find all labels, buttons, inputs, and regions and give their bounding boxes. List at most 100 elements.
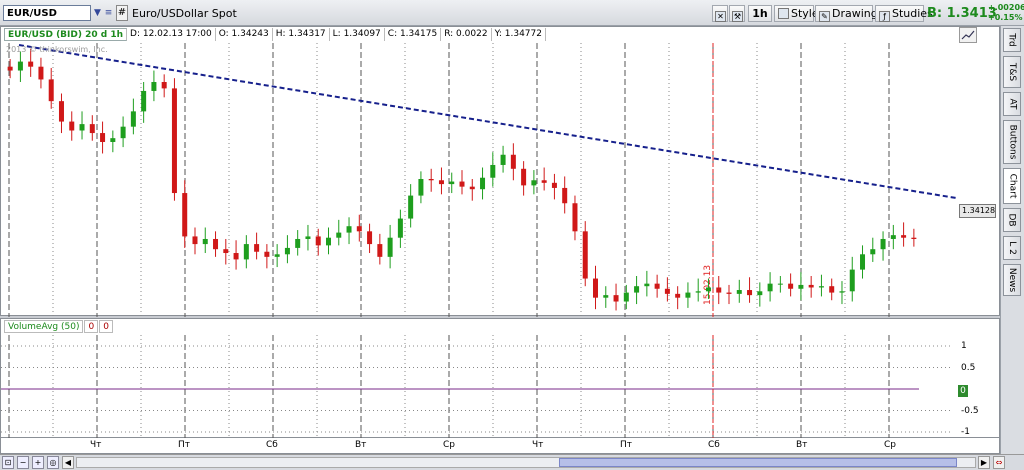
chart-settings-button[interactable] xyxy=(959,27,977,43)
candle-body xyxy=(562,187,568,204)
hash-button[interactable]: # xyxy=(116,5,128,21)
crosshair-tool-button[interactable]: ✕ xyxy=(712,5,728,22)
tab-trd[interactable]: Trd xyxy=(1003,28,1021,52)
candle-body xyxy=(387,237,393,257)
time-scrollbar[interactable] xyxy=(76,457,976,468)
time-axis-label: Вт xyxy=(796,440,808,450)
tab-db[interactable]: DB xyxy=(1003,208,1021,232)
candle-body xyxy=(459,181,465,187)
candle-body xyxy=(521,168,527,186)
candle-body xyxy=(593,278,599,298)
candle-body xyxy=(716,287,722,293)
info-y: Y: 1.34772 xyxy=(491,28,546,41)
tab-label: AT xyxy=(1007,98,1017,110)
candle-body xyxy=(572,203,578,232)
candle-body xyxy=(541,180,547,183)
bottom-bar: ⊡ − + ◎ ◀ ▶ ⇔ xyxy=(0,454,1024,470)
candle-body xyxy=(336,232,342,238)
candle-body xyxy=(284,247,290,255)
change-absolute: +.00206 xyxy=(988,3,1024,12)
tab-buttons[interactable]: Buttons xyxy=(1003,120,1021,164)
candle-body xyxy=(726,292,732,294)
candle-body xyxy=(757,291,763,296)
tab-at[interactable]: AT xyxy=(1003,92,1021,116)
zoom-reset-icon[interactable]: ◎ xyxy=(47,456,59,469)
candle-body xyxy=(48,79,54,102)
candle-body xyxy=(151,82,157,91)
candle-body xyxy=(141,90,147,112)
studies-button[interactable]: ƒ Studies xyxy=(875,5,933,22)
time-axis: Чт Пт Сб Вт Ср Чт Пт Сб Вт Ср xyxy=(0,438,1000,454)
copyright-watermark: 2013 © thinkorswim, Inc. xyxy=(6,45,108,54)
symbol-input[interactable]: EUR/USD xyxy=(3,5,91,21)
link-icon[interactable]: ≡ xyxy=(103,6,114,20)
candle-body xyxy=(818,286,824,288)
zoom-out-icon[interactable]: − xyxy=(17,456,29,469)
candle-body xyxy=(808,284,814,288)
candle-body xyxy=(623,292,629,302)
candle-body xyxy=(705,287,711,292)
candle-body xyxy=(890,235,896,239)
tab-level2[interactable]: L 2 xyxy=(1003,236,1021,260)
style-button[interactable]: Style xyxy=(774,5,819,22)
scroll-left-icon[interactable]: ◀ xyxy=(62,456,74,469)
expand-icon[interactable]: ⇔ xyxy=(993,456,1005,469)
candle-body xyxy=(849,269,855,292)
volume-value-2: 0 xyxy=(99,320,113,333)
candle-body xyxy=(500,154,506,165)
volume-value-1: 0 xyxy=(84,320,99,333)
candle-body xyxy=(829,286,835,293)
candle-body xyxy=(182,193,188,237)
volume-pane[interactable]: VolumeAvg (50) 0 0 1 0.5 0 -0.5 -1 xyxy=(0,318,1000,439)
candle-body xyxy=(264,251,270,257)
tab-news[interactable]: News xyxy=(1003,264,1021,296)
candle-body xyxy=(449,181,455,185)
candle-body xyxy=(377,244,383,257)
time-axis-label: Сб xyxy=(266,440,278,450)
tools-button[interactable]: ⚒ xyxy=(729,5,745,22)
chart-symbol-label[interactable]: EUR/USD (BID) 20 d 1h xyxy=(4,28,128,41)
drawings-button[interactable]: ✎ Drawings xyxy=(815,5,883,22)
price-chart[interactable]: 15.02.13 xyxy=(1,27,1001,317)
tab-time-and-sales[interactable]: T&S xyxy=(1003,56,1021,88)
candle-body xyxy=(788,283,794,289)
price-chart-pane[interactable]: 15.02.13 EUR/USD (BID) 20 d 1h D: 12.02.… xyxy=(0,26,1001,317)
info-high: H: 1.34317 xyxy=(272,28,330,41)
tab-chart[interactable]: Chart xyxy=(1003,168,1021,204)
time-axis-label: Вт xyxy=(355,440,367,450)
candle-body xyxy=(38,66,44,80)
candle-body xyxy=(295,238,301,248)
toolbar: EUR/USD ▼ ≡ # Euro/USDollar Spot ✕ ⚒ 1h … xyxy=(0,0,1024,26)
style-icon xyxy=(778,8,789,19)
tab-label: L 2 xyxy=(1006,241,1017,255)
dropdown-icon[interactable]: ▼ xyxy=(92,6,103,20)
ohlc-info-bar: EUR/USD (BID) 20 d 1h D: 12.02.13 17:00 … xyxy=(4,28,546,42)
candle-body xyxy=(428,179,434,181)
candle-body xyxy=(58,101,64,122)
zoom-in-icon[interactable]: + xyxy=(32,456,44,469)
candle-body xyxy=(202,238,208,245)
candle-body xyxy=(644,283,650,287)
candle-body xyxy=(480,177,486,190)
candle-body xyxy=(469,186,475,190)
candle-body xyxy=(89,124,95,134)
tab-label: News xyxy=(1007,267,1018,293)
scroll-right-icon[interactable]: ▶ xyxy=(978,456,990,469)
tab-label: Trd xyxy=(1007,33,1017,47)
candle-body xyxy=(777,283,783,285)
pencil-icon: ✎ xyxy=(819,11,830,22)
candle-body xyxy=(243,244,249,260)
volume-study-name[interactable]: VolumeAvg (50) xyxy=(4,320,84,333)
time-axis-label: Чт xyxy=(532,440,544,450)
interval-button[interactable]: 1h xyxy=(748,5,772,22)
scrollbar-thumb[interactable] xyxy=(559,458,957,467)
candle-body xyxy=(233,253,239,260)
candle-body xyxy=(397,218,403,238)
zoom-fit-icon[interactable]: ⊡ xyxy=(2,456,14,469)
candle-body xyxy=(120,126,126,139)
candle-body xyxy=(254,244,260,252)
candle-body xyxy=(7,66,13,71)
candle-body xyxy=(69,121,75,131)
info-open: O: 1.34243 xyxy=(215,28,273,41)
candle-body xyxy=(839,291,845,293)
